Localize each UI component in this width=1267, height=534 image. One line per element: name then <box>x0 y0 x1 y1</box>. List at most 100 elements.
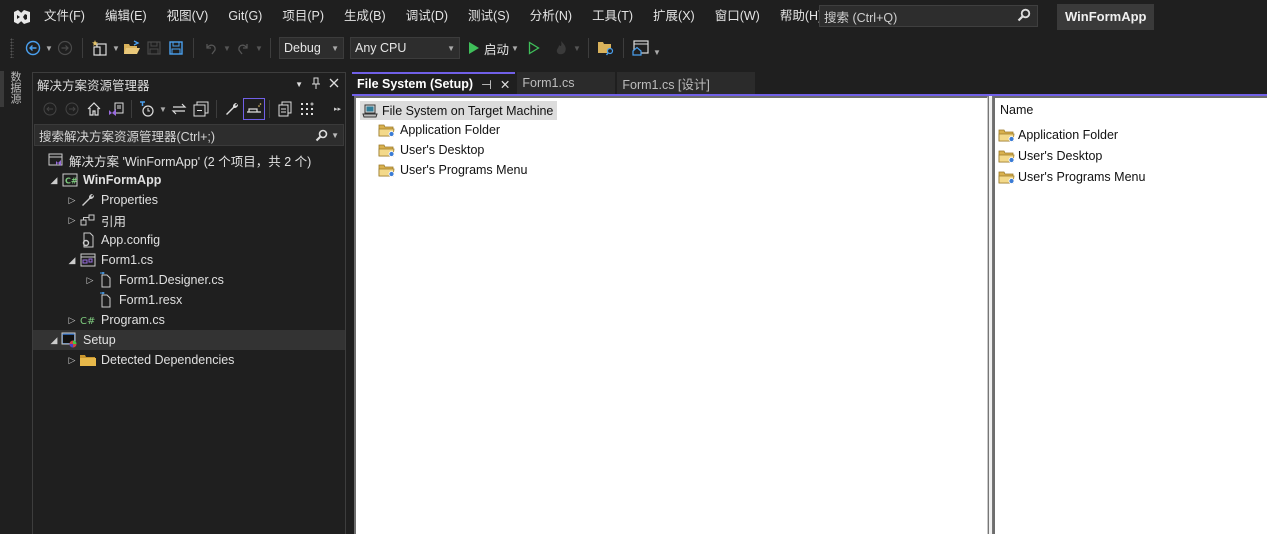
save-all-button[interactable] <box>166 37 186 59</box>
list-item[interactable]: Application Folder <box>998 125 1118 145</box>
home-button[interactable] <box>83 98 105 120</box>
config-file-icon <box>79 232 97 248</box>
toolbar-grip[interactable] <box>10 38 14 58</box>
global-search-input[interactable]: 搜索 (Ctrl+Q) <box>819 5 1038 27</box>
tree-folder-users-desktop[interactable]: User's Desktop <box>378 140 484 160</box>
browser-window-button[interactable] <box>631 37 651 59</box>
tree-item-detected-dependencies[interactable]: ▷ Detected Dependencies <box>33 350 345 370</box>
new-project-dropdown[interactable]: ▼ <box>111 37 121 59</box>
menu-file[interactable]: 文件(F) <box>44 0 95 33</box>
menu-view[interactable]: 视图(V) <box>157 0 219 33</box>
save-button[interactable] <box>144 37 164 59</box>
list-item[interactable]: User's Programs Menu <box>998 167 1145 187</box>
solution-explorer-button[interactable] <box>596 37 616 59</box>
hot-reload-dropdown[interactable]: ▼ <box>572 37 582 59</box>
menu-extensions[interactable]: 扩展(X) <box>643 0 705 33</box>
tree-item-label: Form1.cs <box>101 253 154 267</box>
pin-icon[interactable] <box>311 77 321 92</box>
undo-button[interactable] <box>201 37 221 59</box>
data-sources-tab[interactable]: 数据源 <box>9 71 23 104</box>
undo-dropdown[interactable]: ▼ <box>222 37 232 59</box>
toolbar-overflow-dropdown[interactable]: ▼ <box>652 41 662 63</box>
chevron-down-icon: ▼ <box>331 43 339 53</box>
redo-button[interactable] <box>233 37 253 59</box>
preview-selected-items-button[interactable] <box>243 98 265 120</box>
pending-changes-filter-button[interactable] <box>136 98 158 120</box>
forward-button[interactable] <box>61 98 83 120</box>
collapse-all-button[interactable] <box>190 98 212 120</box>
tree-item-properties[interactable]: ▷ Properties <box>33 190 345 210</box>
start-without-debugging-button[interactable] <box>524 37 544 59</box>
hot-reload-button[interactable] <box>551 37 571 59</box>
tree-item-program-cs[interactable]: ▷ C# Program.cs <box>33 310 345 330</box>
menu-debug[interactable]: 调试(D) <box>396 0 458 33</box>
tree-folder-application[interactable]: Application Folder <box>378 120 500 140</box>
open-file-button[interactable] <box>122 37 142 59</box>
column-header-name[interactable]: Name <box>1000 103 1033 117</box>
document-tab-strip: File System (Setup) ⊣ ✕ Form1.cs Form1.c… <box>352 72 1267 94</box>
expanded-arrow-icon[interactable]: ◢ <box>65 250 79 270</box>
visual-studio-logo-icon[interactable] <box>0 0 44 33</box>
tab-label: File System (Setup) <box>357 77 473 91</box>
list-item-label: Application Folder <box>1018 128 1119 142</box>
back-button[interactable] <box>39 98 61 120</box>
toolbar-overflow-icon[interactable]: ▸▸ <box>334 105 341 113</box>
menu-edit[interactable]: 编辑(E) <box>95 0 157 33</box>
file-system-root-node[interactable]: File System on Target Machine <box>360 101 558 120</box>
solution-configuration-select[interactable]: Debug ▼ <box>279 37 344 59</box>
redo-dropdown[interactable]: ▼ <box>254 37 264 59</box>
menu-test[interactable]: 测试(S) <box>458 0 520 33</box>
start-debugging-button[interactable]: 启动 <box>468 37 509 59</box>
navigate-back-button[interactable] <box>23 37 43 59</box>
tree-item-setup[interactable]: ◢ Setup <box>33 330 345 350</box>
menu-analyze[interactable]: 分析(N) <box>520 0 582 33</box>
start-dropdown[interactable]: ▼ <box>510 37 520 59</box>
tree-item-form1-cs[interactable]: ◢ Form1.cs <box>33 250 345 270</box>
collapsed-arrow-icon[interactable]: ▷ <box>65 210 79 230</box>
window-position-dropdown-icon[interactable]: ▼ <box>295 80 303 89</box>
menu-git[interactable]: Git(G) <box>218 0 272 33</box>
csharp-file-icon: C# <box>79 312 97 328</box>
collapsed-arrow-icon[interactable]: ▷ <box>65 350 79 370</box>
collapsed-arrow-icon[interactable]: ▷ <box>65 190 79 210</box>
menu-project[interactable]: 项目(P) <box>272 0 334 33</box>
tree-item-winformapp[interactable]: ◢ C# WinFormApp <box>33 170 345 190</box>
tab-file-system-setup[interactable]: File System (Setup) ⊣ ✕ <box>352 72 516 94</box>
show-all-files-button[interactable] <box>274 98 296 120</box>
tree-item-[interactable]: ▷ 引用 <box>33 210 345 230</box>
tab-form1-cs[interactable]: Form1.cs <box>517 72 616 94</box>
tree-item-form1-resx[interactable]: Form1.resx <box>33 290 345 310</box>
list-item[interactable]: User's Desktop <box>998 146 1102 166</box>
tree-folder-users-programs-menu[interactable]: User's Programs Menu <box>378 160 527 180</box>
class-view-button[interactable] <box>296 98 318 120</box>
close-icon[interactable]: ✕ <box>500 77 510 92</box>
navigate-forward-button[interactable] <box>55 37 75 59</box>
properties-button[interactable] <box>221 98 243 120</box>
sync-with-active-document-button[interactable] <box>168 98 190 120</box>
pin-icon[interactable]: ⊣ <box>481 77 492 92</box>
folder-label: User's Desktop <box>400 143 485 157</box>
tab-form1-cs-design[interactable]: Form1.cs [设计] <box>617 72 756 94</box>
solution-explorer-search-input[interactable]: 搜索解决方案资源管理器(Ctrl+;) ▼ <box>34 124 344 146</box>
switch-views-button[interactable] <box>105 98 127 120</box>
solution-platform-select[interactable]: Any CPU ▼ <box>350 37 460 59</box>
search-icon[interactable]: ▼ <box>315 129 339 142</box>
tree-item-app-config[interactable]: App.config <box>33 230 345 250</box>
filter-dropdown[interactable]: ▼ <box>158 98 168 120</box>
menu-tools[interactable]: 工具(T) <box>582 0 643 33</box>
tree-item-form1-designer-cs[interactable]: ▷ Form1.Designer.cs <box>33 270 345 290</box>
tree-item-winformapp-2-2[interactable]: 解决方案 'WinFormApp' (2 个项目，共 2 个) <box>33 150 345 170</box>
new-project-button[interactable] <box>90 37 110 59</box>
file-icon <box>97 292 115 308</box>
collapsed-arrow-icon[interactable]: ▷ <box>83 270 97 290</box>
close-icon[interactable] <box>329 77 339 91</box>
navigate-back-dropdown[interactable]: ▼ <box>44 37 54 59</box>
solution-name-badge[interactable]: WinFormApp <box>1057 4 1155 30</box>
expanded-arrow-icon[interactable]: ◢ <box>47 170 61 190</box>
menu-build[interactable]: 生成(B) <box>334 0 396 33</box>
toolbar-separator <box>131 100 132 118</box>
expanded-arrow-icon[interactable]: ◢ <box>47 330 61 350</box>
solution-explorer-header: 解决方案资源管理器 ▼ <box>33 73 345 95</box>
menu-window[interactable]: 窗口(W) <box>705 0 770 33</box>
collapsed-arrow-icon[interactable]: ▷ <box>65 310 79 330</box>
